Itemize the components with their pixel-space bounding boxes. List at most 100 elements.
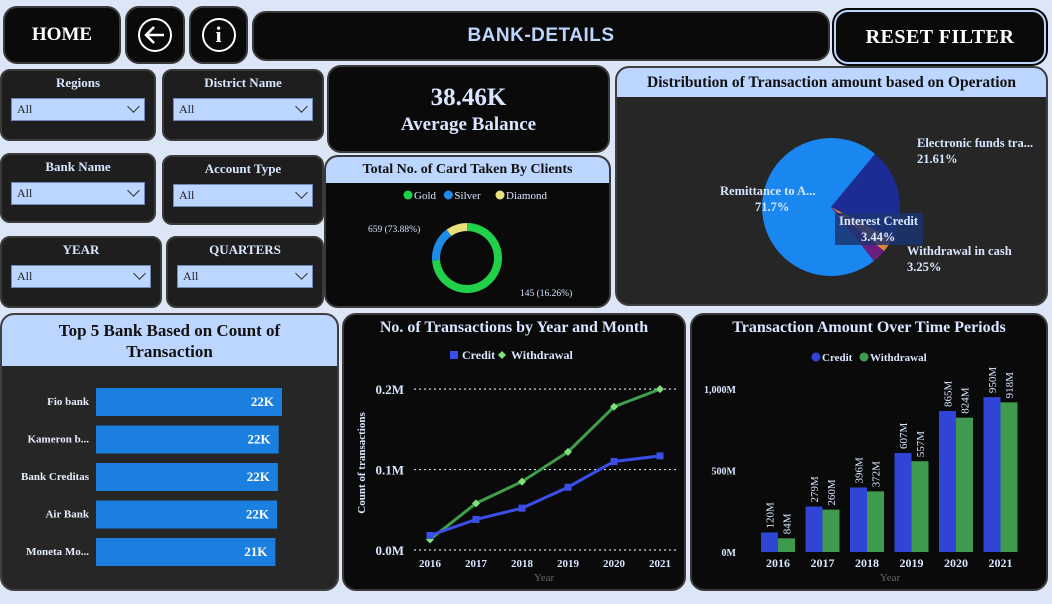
legend-label-silver: Silver — [454, 190, 481, 202]
credit-bar — [894, 453, 912, 552]
info-button[interactable]: i — [189, 6, 248, 64]
reset-filter-label: RESET FILTER — [865, 25, 1015, 48]
chevron-down-icon — [127, 100, 140, 113]
chevron-down-icon — [127, 184, 140, 197]
account-type-dropdown[interactable]: All — [173, 184, 313, 207]
withdrawal-bar-label: 260M — [826, 479, 838, 506]
bank-value-label: 22K — [248, 432, 272, 447]
regions-dropdown[interactable]: All — [11, 98, 145, 121]
bank-name-label: Moneta Mo... — [26, 546, 89, 558]
top-banks-panel: Top 5 Bank Based on Count of Transaction… — [0, 313, 339, 591]
info-circle-icon: i — [201, 18, 236, 52]
line-x-tick: 2020 — [603, 558, 626, 570]
withdrawal-bar-label: 84M — [782, 513, 794, 534]
arrow-left-circle-icon — [138, 18, 172, 52]
slicer-year: YEAR All — [0, 236, 162, 308]
withdrawal-bar — [1000, 402, 1018, 552]
line-y-tick: 0.2M — [375, 382, 404, 397]
operation-pie-chart: Electronic funds tra... 21.61% Remittance … — [720, 136, 1033, 276]
donut-slice-silver — [432, 229, 452, 261]
operation-pie-title: Distribution of Transaction amount based… — [617, 68, 1046, 97]
slicer-label: YEAR — [62, 242, 100, 257]
quarters-dropdown[interactable]: All — [177, 265, 313, 288]
pie-label-withdrawal-name: Withdrawal in cash — [907, 244, 1012, 258]
slicer-quarters: QUARTERS All — [166, 236, 324, 308]
legend-withdrawal-label: Withdrawal — [870, 352, 927, 364]
top-banks-bar-chart: Fio bank 22K Kameron b... 22K Bank Creditas 2… — [21, 388, 282, 566]
slicer-label: Account Type — [204, 161, 282, 176]
bar-y-tick: 1,000M — [704, 385, 737, 396]
slicer-district-name: District Name All — [162, 69, 324, 141]
credit-bar — [805, 506, 823, 552]
credit-point — [518, 504, 526, 512]
withdrawal-bar-label: 557M — [915, 431, 927, 458]
legend-dot-diamond — [495, 190, 505, 200]
home-button[interactable]: HOME — [3, 6, 121, 64]
bank-name-dropdown[interactable]: All — [11, 182, 145, 205]
withdrawal-bar — [822, 509, 840, 552]
year-dropdown[interactable]: All — [11, 265, 151, 288]
slicer-label: Regions — [55, 75, 101, 90]
withdrawal-bar-label: 824M — [960, 387, 972, 414]
credit-bar-label: 950M — [987, 367, 999, 394]
withdrawal-point — [656, 385, 664, 394]
credit-bar — [939, 411, 956, 552]
amount-bar-panel: Transaction Amount Over Time Periods Cre… — [690, 313, 1048, 591]
line-x-axis-label: Year — [534, 572, 555, 584]
page-title: BANK-DETAILS — [467, 25, 615, 46]
line-x-tick: 2018 — [511, 558, 534, 570]
bar-chart-title: Transaction Amount Over Time Periods — [732, 319, 1006, 336]
bank-name-label: Fio bank — [47, 396, 90, 408]
bank-value-label: 22K — [247, 469, 271, 484]
kpi-average-balance: 38.46K Average Balance — [327, 65, 610, 153]
kpi-label: Average Balance — [400, 114, 537, 135]
home-label: HOME — [31, 24, 93, 45]
pie-label-interest-pct: 3.44% — [861, 230, 895, 244]
chevron-down-icon — [295, 267, 308, 280]
bank-name-label: Bank Creditas — [21, 471, 90, 483]
slicer-label: District Name — [204, 75, 282, 90]
withdrawal-bar — [778, 538, 795, 552]
line-y-tick: 0.1M — [375, 463, 404, 478]
legend-dot-silver — [443, 190, 453, 200]
withdrawal-bar — [911, 461, 929, 552]
bar-y-tick: 500M — [712, 467, 737, 478]
credit-point — [656, 452, 664, 460]
legend-label-diamond: Diamond — [506, 190, 547, 202]
back-button[interactable] — [125, 6, 185, 64]
slicer-regions: Regions All — [0, 69, 156, 141]
donut-label-silver: 145 (16.26%) — [520, 288, 572, 299]
credit-bar-label: 865M — [943, 381, 955, 408]
legend-withdrawal-label: Withdrawal — [511, 348, 573, 362]
line-x-tick: 2017 — [465, 558, 488, 570]
legend-credit-marker — [811, 352, 821, 362]
credit-bar — [850, 487, 867, 552]
district-name-dropdown[interactable]: All — [173, 98, 313, 121]
withdrawal-bar — [867, 491, 884, 552]
line-y-tick: 0.0M — [375, 543, 404, 558]
bar-x-tick: 2016 — [766, 556, 790, 570]
pie-label-withdrawal-pct: 3.25% — [907, 260, 941, 274]
pie-label-remittance-name: Remittance to A... — [720, 184, 815, 198]
legend-dot-gold — [403, 190, 413, 200]
bar-x-tick: 2019 — [900, 556, 924, 570]
top-banks-title: Top 5 Bank Based on Count of Transaction — [2, 315, 337, 366]
line-x-tick: 2021 — [649, 558, 671, 570]
reset-filter-button[interactable]: RESET FILTER — [834, 10, 1046, 64]
legend-withdrawal-marker — [859, 352, 869, 362]
bank-name-label: Kameron b... — [27, 434, 89, 446]
bank-value-label: 22K — [246, 507, 270, 522]
credit-point — [610, 458, 618, 465]
line-x-tick: 2016 — [419, 558, 442, 570]
bank-name-label: Air Bank — [45, 509, 89, 521]
bank-value-label: 22K — [251, 394, 275, 409]
legend-withdrawal-marker — [498, 351, 506, 359]
dropdown-value: All — [183, 269, 199, 283]
slicer-label: QUARTERS — [209, 242, 281, 257]
chevron-down-icon — [295, 100, 308, 113]
credit-point — [472, 515, 480, 523]
credit-point — [426, 532, 434, 540]
withdrawal-bar-label: 918M — [1004, 372, 1016, 399]
page-header: BANK-DETAILS — [252, 11, 830, 61]
bar-x-tick: 2017 — [811, 556, 835, 570]
